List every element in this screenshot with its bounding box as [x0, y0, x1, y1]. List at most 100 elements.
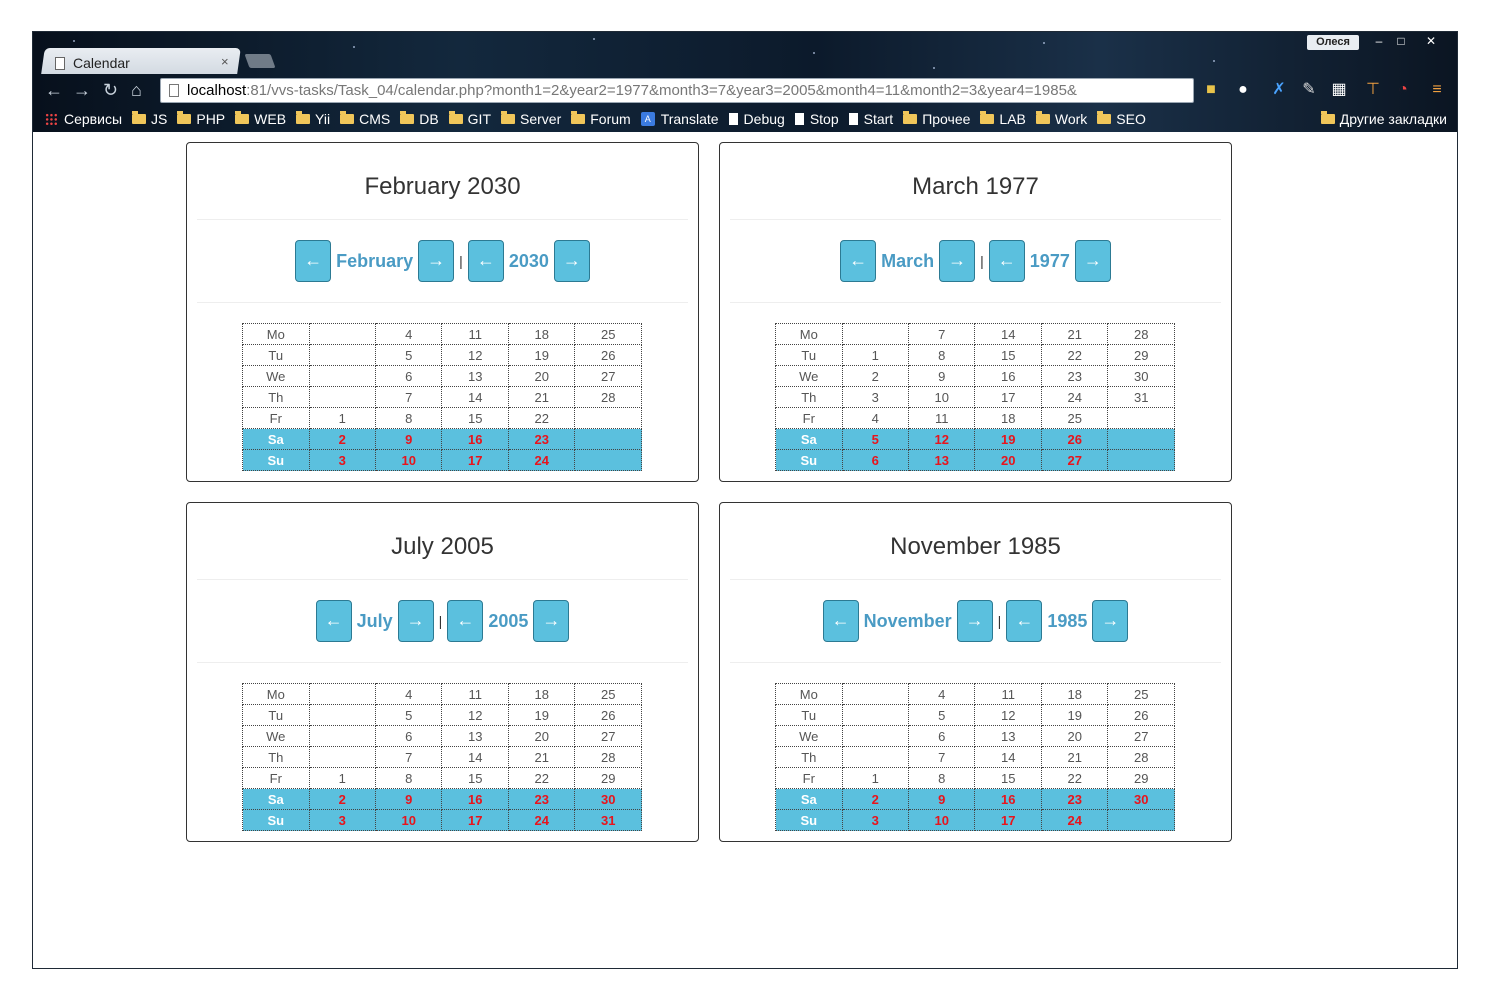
bookmark-debug[interactable]: Debug: [728, 111, 785, 127]
weekday-label: Mo: [775, 323, 843, 345]
day-cell: 19: [1040, 704, 1109, 726]
day-cell: 9: [374, 788, 443, 810]
bookmark-apps[interactable]: Сервисы: [45, 111, 122, 127]
next-month-button[interactable]: →: [956, 600, 993, 642]
bookmark-js[interactable]: JS: [132, 111, 167, 127]
calendar-table: Mo 4 11 18 25 Tu 5 12 19 26 We 6 13 20 27 Th 7 14 21 28 Fr 1 8…: [242, 683, 642, 831]
chat-icon[interactable]: ●: [1233, 80, 1253, 100]
month-label: November: [863, 610, 952, 631]
bookmark-yii[interactable]: Yii: [296, 111, 330, 127]
divider: [197, 662, 688, 663]
day-cell: 3: [308, 449, 376, 471]
other-bookmarks[interactable]: Другие закладки: [1320, 106, 1447, 132]
bookmark-label: WEB: [254, 111, 287, 127]
day-cell: 15: [974, 344, 1042, 366]
close-tab-icon[interactable]: ×: [221, 54, 229, 69]
prev-month-button[interactable]: ←: [315, 600, 352, 642]
reload-icon[interactable]: ↻: [103, 80, 118, 101]
weekday-label: We: [775, 365, 843, 387]
day-cell: 17: [441, 449, 509, 471]
prev-month-button[interactable]: ←: [840, 240, 877, 282]
bookmark-web[interactable]: WEB: [235, 111, 286, 127]
next-month-button[interactable]: →: [939, 240, 976, 282]
next-year-button[interactable]: →: [533, 600, 570, 642]
bookmark-php[interactable]: PHP: [177, 111, 225, 127]
bookmark-db[interactable]: DB: [400, 111, 439, 127]
extension-icon[interactable]: ■: [1201, 80, 1221, 100]
day-cell: [1107, 407, 1175, 429]
calendar-nav: ← March → | ← 1977 →: [720, 240, 1231, 282]
prev-year-button[interactable]: ←: [447, 600, 484, 642]
address-bar[interactable]: localhost:81/vvs-tasks/Task_04/calendar.…: [160, 78, 1194, 103]
bookmark-label: Сервисы: [64, 111, 123, 127]
pin-icon[interactable]: ⊤: [1363, 80, 1383, 100]
folder-icon: [400, 111, 415, 124]
week-row: We 6 13 20 27: [242, 365, 642, 387]
next-month-button[interactable]: →: [418, 240, 455, 282]
bookmark-translate[interactable]: A Translate: [640, 111, 719, 127]
calendar-title: March 1977: [912, 173, 1039, 200]
new-extension-icon[interactable]: ▦: [1329, 80, 1349, 100]
day-cell: 2: [841, 365, 909, 387]
bookmark-server[interactable]: Server: [501, 111, 561, 127]
day-cell: [1107, 809, 1175, 831]
day-cell: 6: [907, 725, 976, 747]
day-cell: [308, 683, 376, 705]
browser-tab[interactable]: Calendar: [55, 52, 235, 74]
divider: [730, 662, 1221, 663]
week-row: Su 3 10 17 24: [242, 449, 642, 471]
document-icon: [55, 56, 65, 70]
weekday-label: Fr: [775, 767, 843, 789]
day-cell: 26: [1107, 704, 1175, 726]
calendar-panel: February 2030 ← February → | ← 2030 → Mo…: [186, 142, 699, 482]
bookmark-git[interactable]: GIT: [448, 111, 491, 127]
next-year-button[interactable]: →: [1092, 600, 1129, 642]
day-cell: 15: [974, 767, 1042, 789]
calendar-title: July 2005: [391, 533, 494, 560]
weekday-label: Su: [242, 809, 310, 831]
bookmark-forum[interactable]: Forum: [571, 111, 631, 127]
menu-icon[interactable]: ≡: [1427, 80, 1447, 100]
day-cell: 9: [374, 428, 443, 450]
forward-icon[interactable]: →: [73, 80, 91, 101]
bookmark-label: PHP: [196, 111, 226, 127]
home-icon[interactable]: ⌂: [131, 80, 142, 101]
prev-year-button[interactable]: ←: [988, 240, 1025, 282]
bookmark-cms[interactable]: CMS: [340, 111, 390, 127]
bookmark-label: Прочее: [922, 111, 971, 127]
next-month-button[interactable]: →: [397, 600, 434, 642]
calendar-panel: November 1985 ← November → | ← 1985 → Mo…: [719, 502, 1232, 842]
next-year-button[interactable]: →: [1074, 240, 1111, 282]
maximize-icon[interactable]: □: [1391, 34, 1411, 49]
prev-month-button[interactable]: ←: [295, 240, 332, 282]
bookmark-seo[interactable]: SEO: [1097, 111, 1146, 127]
back-icon[interactable]: ←: [45, 80, 63, 101]
new-tab-button[interactable]: [244, 54, 276, 68]
minimize-icon[interactable]: –: [1369, 34, 1389, 49]
day-cell: [308, 725, 376, 747]
day-cell: 10: [907, 809, 976, 831]
bookmark-start[interactable]: Start: [848, 111, 893, 127]
day-cell: 19: [507, 704, 576, 726]
bookmark-lab[interactable]: LAB: [980, 111, 1026, 127]
page-icon: [169, 84, 179, 97]
speedometer-icon[interactable]: ◔: [1393, 80, 1413, 100]
bookmark-other[interactable]: Прочее: [903, 111, 970, 127]
next-year-button[interactable]: →: [553, 240, 590, 282]
close-window-icon[interactable]: ✕: [1421, 34, 1441, 49]
profile-button[interactable]: Олеся: [1307, 35, 1359, 50]
bookmark-label: JS: [151, 111, 168, 127]
prev-year-button[interactable]: ←: [467, 240, 504, 282]
weekday-label: We: [775, 725, 843, 747]
bookmark-work[interactable]: Work: [1035, 111, 1087, 127]
tools-icon[interactable]: ✗: [1269, 80, 1289, 100]
day-cell: 8: [374, 767, 443, 789]
prev-month-button[interactable]: ←: [822, 600, 859, 642]
day-cell: 2: [308, 788, 376, 810]
pen-icon[interactable]: ✎: [1299, 80, 1319, 100]
day-cell: 1: [308, 407, 376, 429]
day-cell: [308, 344, 376, 366]
tab-title: Calendar: [73, 55, 130, 71]
prev-year-button[interactable]: ←: [1006, 600, 1043, 642]
bookmark-stop[interactable]: Stop: [794, 111, 839, 127]
